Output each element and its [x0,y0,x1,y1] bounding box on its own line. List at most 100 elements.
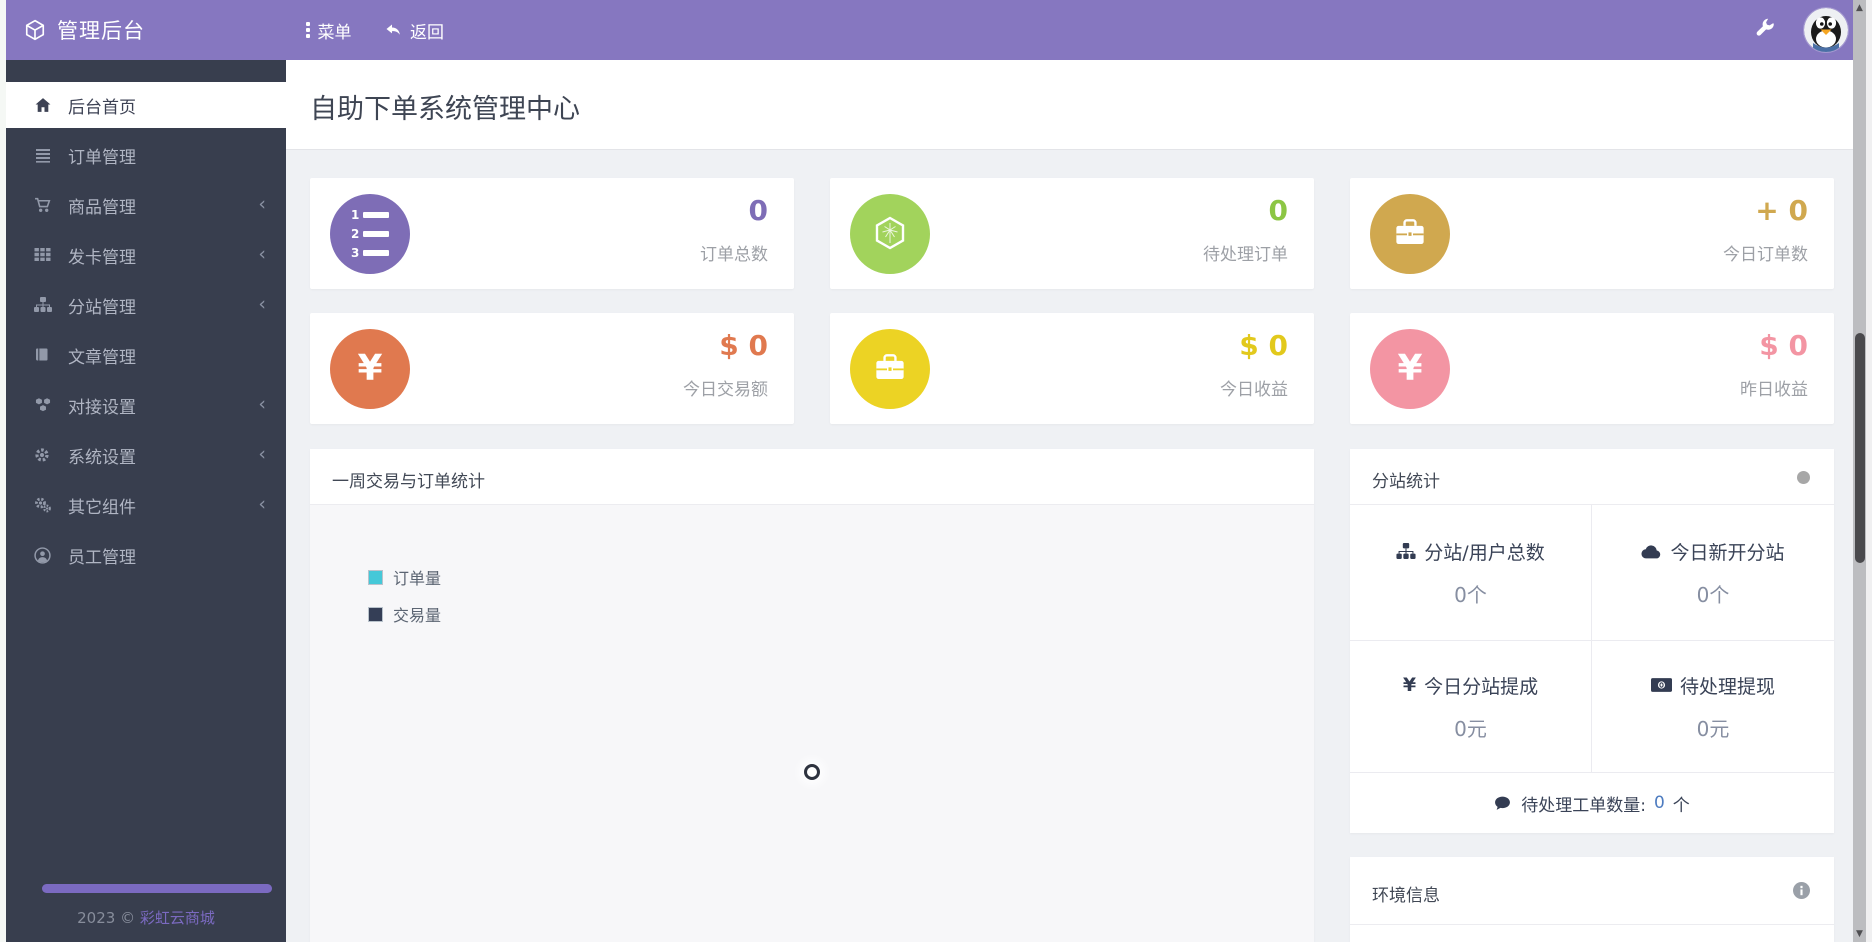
stat-label: 待处理订单 [1203,245,1288,265]
back-label: 返回 [410,22,444,43]
chevron-left-icon: ‹ [258,493,266,515]
menu-button[interactable]: 菜单 [306,0,352,60]
sidebar-item-orders[interactable]: 订单管理 [6,132,286,178]
sidebar-item-label: 订单管理 [68,147,136,168]
chevron-left-icon: ‹ [258,243,266,265]
pending-tickets-value[interactable]: 0 [1654,793,1665,813]
stat-label: 今日交易额 [683,380,768,400]
user-icon [34,546,53,564]
sidebar-item-settings[interactable]: 系统设置 ‹ [6,432,286,478]
sidebar-item-label: 后台首页 [68,97,136,118]
gear-icon [34,447,53,464]
cube-icon [850,194,930,274]
stat-value: 0 [748,194,768,227]
cell-value: 0元 [1454,716,1487,741]
copyright: 2023 © 彩虹云商城 [6,907,286,928]
sidebar-item-staff[interactable]: 员工管理 [6,532,286,578]
environment-panel: 环境信息 [1350,857,1834,942]
branch-stats-panel: 分站统计 分站/用户总数 0个 今日新开分站 0个 ¥ 今日分站提成 0元 待处… [1350,449,1834,833]
sidebar-item-label: 分站管理 [68,297,136,318]
book-icon [34,347,53,364]
stat-label: 订单总数 [700,245,768,265]
legend-swatch [368,606,383,622]
wrench-icon[interactable] [1754,18,1776,40]
sidebar-item-cards[interactable]: 发卡管理 ‹ [6,232,286,278]
brand[interactable]: 管理后台 [24,0,145,60]
branch-panel-title: 分站统计 [1372,472,1440,492]
stat-card-today-orders[interactable]: + 0 今日订单数 [1350,178,1834,289]
page-title: 自助下单系统管理中心 [310,94,580,125]
sitemap-icon [34,296,53,314]
chart-panel-header: 一周交易与订单统计 [310,449,1314,505]
briefcase-icon [1370,194,1450,274]
scrollbar-thumb[interactable] [1854,333,1865,563]
home-icon [34,97,53,114]
page-header: 自助下单系统管理中心 [286,60,1853,150]
stat-value: + 0 [1755,194,1808,227]
cell-value: 0个 [1454,582,1487,607]
topbar: 管理后台 菜单 返回 [6,0,1872,60]
info-icon[interactable] [1793,882,1810,899]
sidebar: 后台首页 订单管理 商品管理 ‹ 发卡管理 ‹ 分站管理 ‹ 文章管理 对接设置… [6,60,286,942]
sidebar-item-label: 系统设置 [68,447,136,468]
sidebar-item-label: 文章管理 [68,347,136,368]
branch-cell-total: 分站/用户总数 0个 [1350,505,1592,641]
sitemap-icon [1396,542,1416,560]
yen-icon: ¥ [1402,673,1417,696]
branch-cell-withdrawals: 待处理提现 0元 [1592,641,1834,773]
stat-label: 昨日收益 [1740,380,1808,400]
scroll-up-icon[interactable]: ▲ [1853,3,1866,13]
chevron-left-icon: ‹ [258,193,266,215]
chevron-left-icon: ‹ [258,393,266,415]
copyright-brand[interactable]: 彩虹云商城 [140,909,215,927]
sidebar-item-branches[interactable]: 分站管理 ‹ [6,282,286,328]
sidebar-item-label: 发卡管理 [68,247,136,268]
cell-value: 0元 [1696,716,1730,741]
chevron-left-icon: ‹ [258,443,266,465]
branch-cell-new-today: 今日新开分站 0个 [1592,505,1834,641]
copyright-year: 2023 © [77,909,136,927]
branch-cell-commission: ¥ 今日分站提成 0元 [1350,641,1592,773]
cart-icon [34,197,53,214]
cell-label: 待处理提现 [1679,675,1775,698]
sidebar-item-products[interactable]: 商品管理 ‹ [6,182,286,228]
chart-legend: 订单量 交易量 [358,565,441,626]
env-panel-title: 环境信息 [1372,886,1440,906]
legend-label: 交易量 [393,606,442,625]
ellipsis-v-icon [306,22,310,38]
env-panel-header: 环境信息 [1350,857,1834,925]
scroll-down-icon[interactable]: ▼ [1853,929,1866,939]
cell-label: 今日新开分站 [1670,541,1785,564]
money-bill-icon [1650,678,1672,692]
list-icon [34,147,53,164]
stat-card-today-volume[interactable]: ¥ $ 0 今日交易额 [310,313,794,424]
briefcase-icon [850,329,930,409]
legend-item-orders[interactable]: 订单量 [358,565,441,589]
legend-item-volume[interactable]: 交易量 [358,602,441,626]
avatar[interactable] [1804,8,1848,52]
stat-card-total-orders[interactable]: 1 2 3 0 订单总数 [310,178,794,289]
sidebar-item-articles[interactable]: 文章管理 [6,332,286,378]
cloud-icon [1641,544,1662,559]
stat-card-pending-orders[interactable]: 0 待处理订单 [830,178,1314,289]
stat-card-today-income[interactable]: $ 0 今日收益 [830,313,1314,424]
ordered-list-icon: 1 2 3 [330,194,410,274]
cell-label: 今日分站提成 [1424,675,1539,698]
sidebar-item-label: 员工管理 [68,547,136,568]
sidebar-accent-bar [42,884,272,893]
cubes-icon [34,397,53,414]
legend-label: 订单量 [393,569,442,588]
grid-icon [34,247,53,264]
stat-label: 今日订单数 [1723,245,1808,265]
sidebar-item-integrations[interactable]: 对接设置 ‹ [6,382,286,428]
pending-tickets-row: 待处理工单数量: 0 个 [1350,773,1834,833]
branch-panel-header: 分站统计 [1350,449,1834,505]
chart-panel-title: 一周交易与订单统计 [332,472,485,492]
sidebar-item-home[interactable]: 后台首页 [6,82,286,128]
legend-swatch [368,569,383,585]
stat-value: $ 0 [1239,329,1288,362]
weekly-chart-panel: 一周交易与订单统计 订单量 交易量 [310,449,1314,942]
back-button[interactable]: 返回 [384,0,444,60]
sidebar-item-components[interactable]: 其它组件 ‹ [6,482,286,528]
stat-card-yesterday-income[interactable]: ¥ $ 0 昨日收益 [1350,313,1834,424]
